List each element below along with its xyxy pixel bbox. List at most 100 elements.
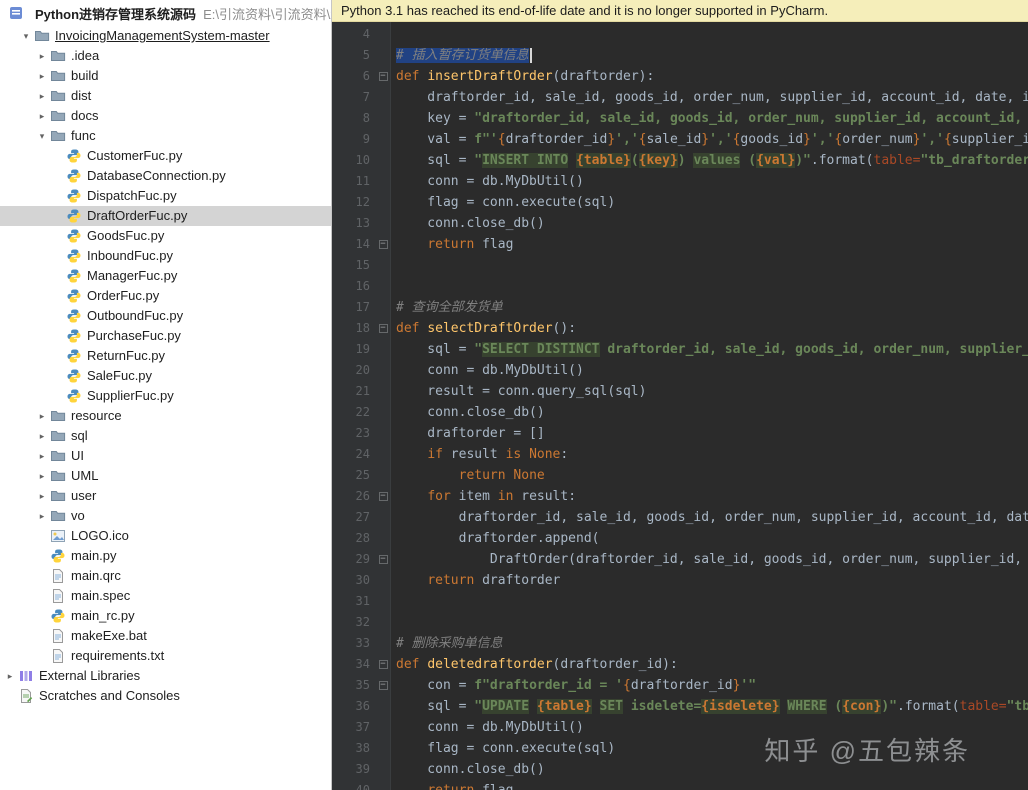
chevron-down-icon[interactable]: ▾	[34, 126, 50, 146]
code-text[interactable]: sql = "UPDATE {table} SET isdelete={isde…	[390, 696, 1028, 717]
code-text[interactable]: return flag	[390, 234, 513, 255]
fold-toggle-icon[interactable]: −	[376, 654, 390, 675]
code-text[interactable]: # 插入暂存订货单信息	[390, 45, 532, 66]
code-text[interactable]: # 查询全部发货单	[390, 297, 503, 318]
code-text[interactable]: return draftorder	[390, 570, 560, 591]
code-line-31[interactable]: 31	[332, 591, 1028, 612]
code-text[interactable]: conn.close_db()	[390, 759, 544, 780]
tree-item-main-spec[interactable]: main.spec	[0, 586, 331, 606]
code-line-26[interactable]: 26− for item in result:	[332, 486, 1028, 507]
code-line-8[interactable]: 8 key = "draftorder_id, sale_id, goods_i…	[332, 108, 1028, 129]
code-text[interactable]	[390, 276, 396, 297]
code-text[interactable]: draftorder.append(	[390, 528, 600, 549]
tree-item-customerfuc-py[interactable]: CustomerFuc.py	[0, 146, 331, 166]
tree-item-orderfuc-py[interactable]: OrderFuc.py	[0, 286, 331, 306]
code-line-4[interactable]: 4	[332, 24, 1028, 45]
chevron-right-icon[interactable]: ▸	[34, 46, 50, 66]
project-root-row[interactable]: Python进销存管理系统源码 E:\引流资料\引流资料\20	[0, 0, 331, 26]
tree-item-user[interactable]: ▸ user	[0, 486, 331, 506]
tree-item-draftorderfuc-py[interactable]: DraftOrderFuc.py	[0, 206, 331, 226]
code-text[interactable]: flag = conn.execute(sql)	[390, 192, 615, 213]
code-text[interactable]: if result is None:	[390, 444, 568, 465]
code-text[interactable]: DraftOrder(draftorder_id, sale_id, goods…	[390, 549, 1028, 570]
chevron-right-icon[interactable]: ▸	[34, 426, 50, 446]
code-text[interactable]: draftorder_id, sale_id, goods_id, order_…	[390, 87, 1028, 108]
tree-item-returnfuc-py[interactable]: ReturnFuc.py	[0, 346, 331, 366]
code-text[interactable]: def deletedraftorder(draftorder_id):	[390, 654, 678, 675]
tree-item-docs[interactable]: ▸ docs	[0, 106, 331, 126]
tree-item-supplierfuc-py[interactable]: SupplierFuc.py	[0, 386, 331, 406]
fold-toggle-icon[interactable]: −	[376, 549, 390, 570]
code-text[interactable]	[390, 591, 396, 612]
tree-item-sql[interactable]: ▸ sql	[0, 426, 331, 446]
code-text[interactable]: result = conn.query_sql(sql)	[390, 381, 646, 402]
code-line-11[interactable]: 11 conn = db.MyDbUtil()	[332, 171, 1028, 192]
code-area[interactable]: 4 5 # 插入暂存订货单信息 6− def insertDraftOrder(draf…	[332, 24, 1028, 790]
tree-item-goodsfuc-py[interactable]: GoodsFuc.py	[0, 226, 331, 246]
tree-item-main-qrc[interactable]: main.qrc	[0, 566, 331, 586]
code-line-28[interactable]: 28 draftorder.append(	[332, 528, 1028, 549]
code-line-15[interactable]: 15	[332, 255, 1028, 276]
code-text[interactable]: sql = "SELECT DISTINCT draftorder_id, sa…	[390, 339, 1028, 360]
code-text[interactable]	[390, 255, 396, 276]
code-text[interactable]: con = f"draftorder_id = '{draftorder_id}…	[390, 675, 756, 696]
code-text[interactable]: key = "draftorder_id, sale_id, goods_id,…	[390, 108, 1028, 129]
code-text[interactable]: return flag	[390, 780, 513, 790]
chevron-right-icon[interactable]: ▸	[34, 406, 50, 426]
code-line-13[interactable]: 13 conn.close_db()	[332, 213, 1028, 234]
code-line-39[interactable]: 39 conn.close_db()	[332, 759, 1028, 780]
code-text[interactable]: conn = db.MyDbUtil()	[390, 171, 584, 192]
chevron-right-icon[interactable]: ▸	[34, 486, 50, 506]
code-text[interactable]: conn = db.MyDbUtil()	[390, 717, 584, 738]
code-line-27[interactable]: 27 draftorder_id, sale_id, goods_id, ord…	[332, 507, 1028, 528]
code-editor[interactable]: 4 5 # 插入暂存订货单信息 6− def insertDraftOrder(draf…	[332, 22, 1028, 790]
code-line-18[interactable]: 18− def selectDraftOrder():	[332, 318, 1028, 339]
code-text[interactable]: draftorder_id, sale_id, goods_id, order_…	[390, 507, 1028, 528]
chevron-right-icon[interactable]: ▸	[34, 86, 50, 106]
code-text[interactable]	[390, 612, 396, 633]
code-text[interactable]: draftorder = []	[390, 423, 544, 444]
tree-item-inboundfuc-py[interactable]: InboundFuc.py	[0, 246, 331, 266]
code-line-30[interactable]: 30 return draftorder	[332, 570, 1028, 591]
code-text[interactable]: return None	[390, 465, 545, 486]
code-line-5[interactable]: 5 # 插入暂存订货单信息	[332, 45, 1028, 66]
fold-toggle-icon[interactable]: −	[376, 675, 390, 696]
tree-item-build[interactable]: ▸ build	[0, 66, 331, 86]
code-line-19[interactable]: 19 sql = "SELECT DISTINCT draftorder_id,…	[332, 339, 1028, 360]
code-text[interactable]: for item in result:	[390, 486, 576, 507]
tree-item-func[interactable]: ▾ func	[0, 126, 331, 146]
code-text[interactable]: conn.close_db()	[390, 213, 544, 234]
code-line-16[interactable]: 16	[332, 276, 1028, 297]
code-text[interactable]: conn = db.MyDbUtil()	[390, 360, 584, 381]
code-line-20[interactable]: 20 conn = db.MyDbUtil()	[332, 360, 1028, 381]
code-line-12[interactable]: 12 flag = conn.execute(sql)	[332, 192, 1028, 213]
chevron-right-icon[interactable]: ▸	[34, 66, 50, 86]
tree-item-ui[interactable]: ▸ UI	[0, 446, 331, 466]
code-line-7[interactable]: 7 draftorder_id, sale_id, goods_id, orde…	[332, 87, 1028, 108]
code-line-35[interactable]: 35− con = f"draftorder_id = '{draftorder…	[332, 675, 1028, 696]
fold-toggle-icon[interactable]: −	[376, 234, 390, 255]
tree-item-logo-ico[interactable]: LOGO.ico	[0, 526, 331, 546]
tree-item-dispatchfuc-py[interactable]: DispatchFuc.py	[0, 186, 331, 206]
tree-item-makeexe-bat[interactable]: makeExe.bat	[0, 626, 331, 646]
tree-item-uml[interactable]: ▸ UML	[0, 466, 331, 486]
code-text[interactable]: sql = "INSERT INTO {table}({key}) values…	[390, 150, 1028, 171]
chevron-right-icon[interactable]: ▸	[34, 446, 50, 466]
chevron-right-icon[interactable]: ▸	[34, 466, 50, 486]
code-text[interactable]: conn.close_db()	[390, 402, 544, 423]
code-line-14[interactable]: 14− return flag	[332, 234, 1028, 255]
code-line-29[interactable]: 29− DraftOrder(draftorder_id, sale_id, g…	[332, 549, 1028, 570]
code-line-34[interactable]: 34− def deletedraftorder(draftorder_id):	[332, 654, 1028, 675]
tree-item-invoicingmanagementsystem-master[interactable]: ▾ InvoicingManagementSystem-master	[0, 26, 331, 46]
chevron-right-icon[interactable]: ▸	[34, 106, 50, 126]
tree-item-purchasefuc-py[interactable]: PurchaseFuc.py	[0, 326, 331, 346]
code-line-33[interactable]: 33 # 删除采购单信息	[332, 633, 1028, 654]
fold-toggle-icon[interactable]: −	[376, 318, 390, 339]
tree-item-dist[interactable]: ▸ dist	[0, 86, 331, 106]
code-text[interactable]	[390, 24, 396, 45]
chevron-down-icon[interactable]: ▾	[18, 26, 34, 46]
code-line-32[interactable]: 32	[332, 612, 1028, 633]
tree-item-vo[interactable]: ▸ vo	[0, 506, 331, 526]
tree-item-managerfuc-py[interactable]: ManagerFuc.py	[0, 266, 331, 286]
tree-item-main-py[interactable]: main.py	[0, 546, 331, 566]
